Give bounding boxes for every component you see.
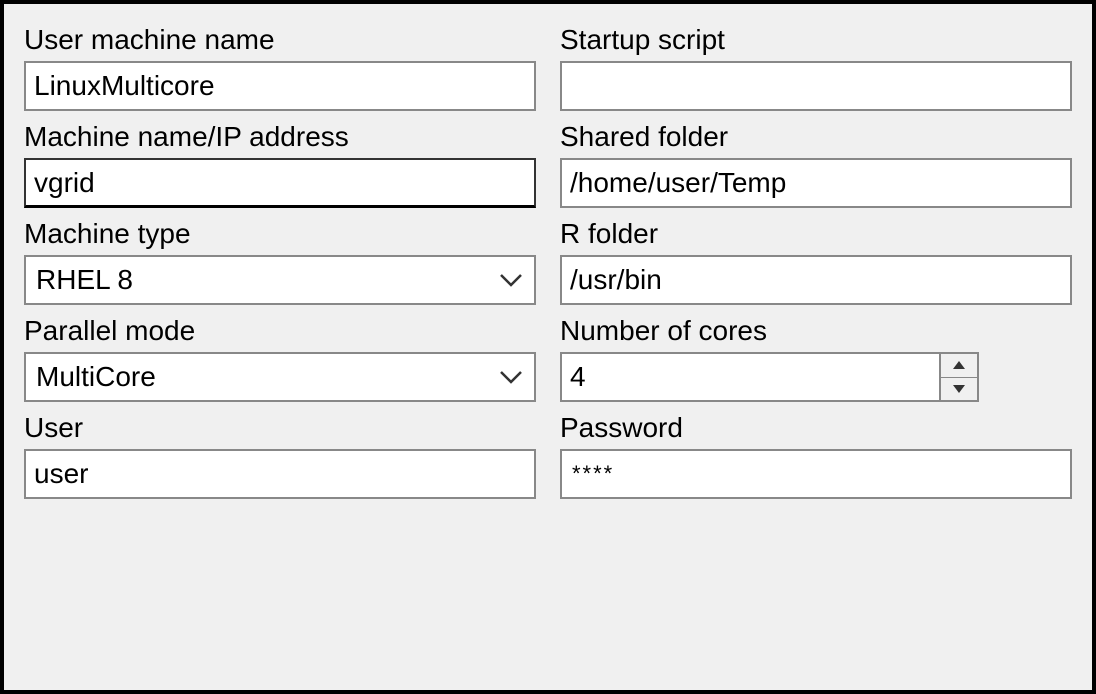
spinner-down-button[interactable] xyxy=(941,378,977,401)
label-startup-script: Startup script xyxy=(560,22,1072,57)
r-folder-input[interactable] xyxy=(560,255,1072,305)
field-machine-type: Machine type RHEL 8 xyxy=(24,216,536,305)
machine-name-ip-input[interactable] xyxy=(24,158,536,208)
field-user-machine-name: User machine name xyxy=(24,22,536,111)
label-shared-folder: Shared folder xyxy=(560,119,1072,154)
label-machine-type: Machine type xyxy=(24,216,536,251)
field-user: User xyxy=(24,410,536,499)
label-password: Password xyxy=(560,410,1072,445)
machine-type-value: RHEL 8 xyxy=(24,255,536,305)
settings-form: User machine name Startup script Machine… xyxy=(0,0,1096,694)
number-of-cores-input[interactable] xyxy=(560,352,939,402)
shared-folder-input[interactable] xyxy=(560,158,1072,208)
label-number-of-cores: Number of cores xyxy=(560,313,1072,348)
label-user-machine-name: User machine name xyxy=(24,22,536,57)
password-input[interactable]: **** xyxy=(560,449,1072,499)
label-parallel-mode: Parallel mode xyxy=(24,313,536,348)
parallel-mode-select[interactable]: MultiCore xyxy=(24,352,536,402)
label-user: User xyxy=(24,410,536,445)
field-password: Password **** xyxy=(560,410,1072,499)
machine-type-select[interactable]: RHEL 8 xyxy=(24,255,536,305)
spinner-buttons xyxy=(939,352,979,402)
number-of-cores-spinner xyxy=(560,352,820,402)
startup-script-input[interactable] xyxy=(560,61,1072,111)
field-startup-script: Startup script xyxy=(560,22,1072,111)
label-r-folder: R folder xyxy=(560,216,1072,251)
field-machine-name-ip: Machine name/IP address xyxy=(24,119,536,208)
user-input[interactable] xyxy=(24,449,536,499)
caret-down-icon xyxy=(952,384,966,394)
user-machine-name-input[interactable] xyxy=(24,61,536,111)
parallel-mode-value: MultiCore xyxy=(24,352,536,402)
caret-up-icon xyxy=(952,360,966,370)
field-number-of-cores: Number of cores xyxy=(560,313,1072,402)
field-parallel-mode: Parallel mode MultiCore xyxy=(24,313,536,402)
field-r-folder: R folder xyxy=(560,216,1072,305)
label-machine-name-ip: Machine name/IP address xyxy=(24,119,536,154)
field-shared-folder: Shared folder xyxy=(560,119,1072,208)
spinner-up-button[interactable] xyxy=(941,354,977,378)
